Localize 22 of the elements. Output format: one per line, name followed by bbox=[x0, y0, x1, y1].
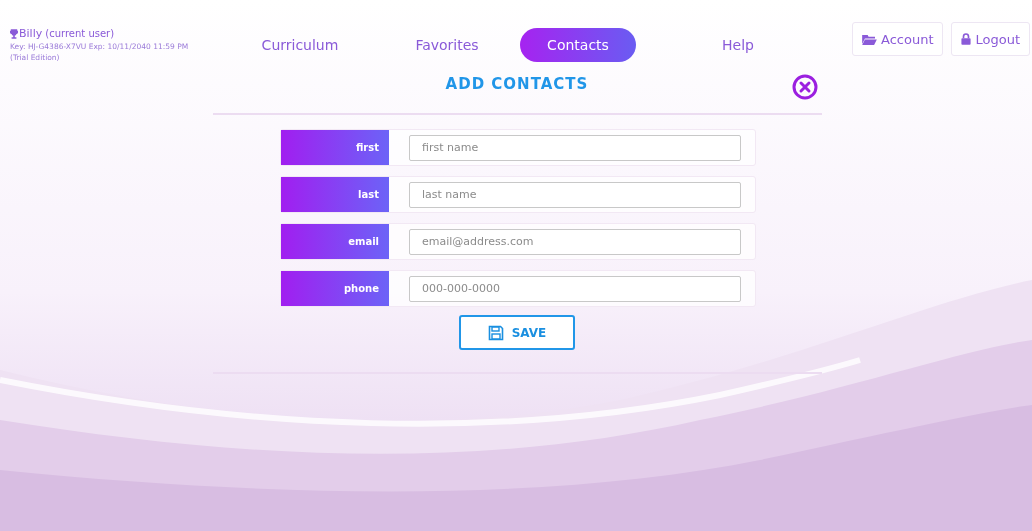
dialog-title: ADD CONTACTS bbox=[445, 75, 589, 93]
field-label: email bbox=[281, 224, 389, 259]
user-name: Billy bbox=[19, 27, 43, 40]
trophy-icon bbox=[10, 28, 18, 39]
input-field[interactable]: first name bbox=[409, 134, 741, 161]
field-label: phone bbox=[281, 271, 389, 306]
nav-tab[interactable]: Curriculum bbox=[235, 28, 365, 62]
close-icon[interactable] bbox=[791, 74, 818, 100]
account-button[interactable]: Account bbox=[852, 22, 944, 56]
input-field[interactable]: email@address.com bbox=[409, 228, 741, 255]
user-role: (current user) bbox=[45, 28, 115, 39]
field-label: first bbox=[281, 130, 389, 165]
nav-tab[interactable]: Favorites bbox=[382, 28, 512, 62]
nav-tab[interactable]: Contacts bbox=[520, 28, 636, 62]
input-field[interactable]: 000-000-0000 bbox=[409, 275, 741, 302]
nav-tab[interactable]: Help bbox=[688, 28, 788, 62]
lock-icon bbox=[961, 33, 972, 45]
logout-button[interactable]: Logout bbox=[951, 22, 1030, 56]
save-button[interactable]: SAVE bbox=[459, 315, 575, 350]
input-field[interactable]: last name bbox=[409, 181, 741, 208]
folder-icon bbox=[862, 33, 877, 45]
field-label: last bbox=[281, 177, 389, 212]
